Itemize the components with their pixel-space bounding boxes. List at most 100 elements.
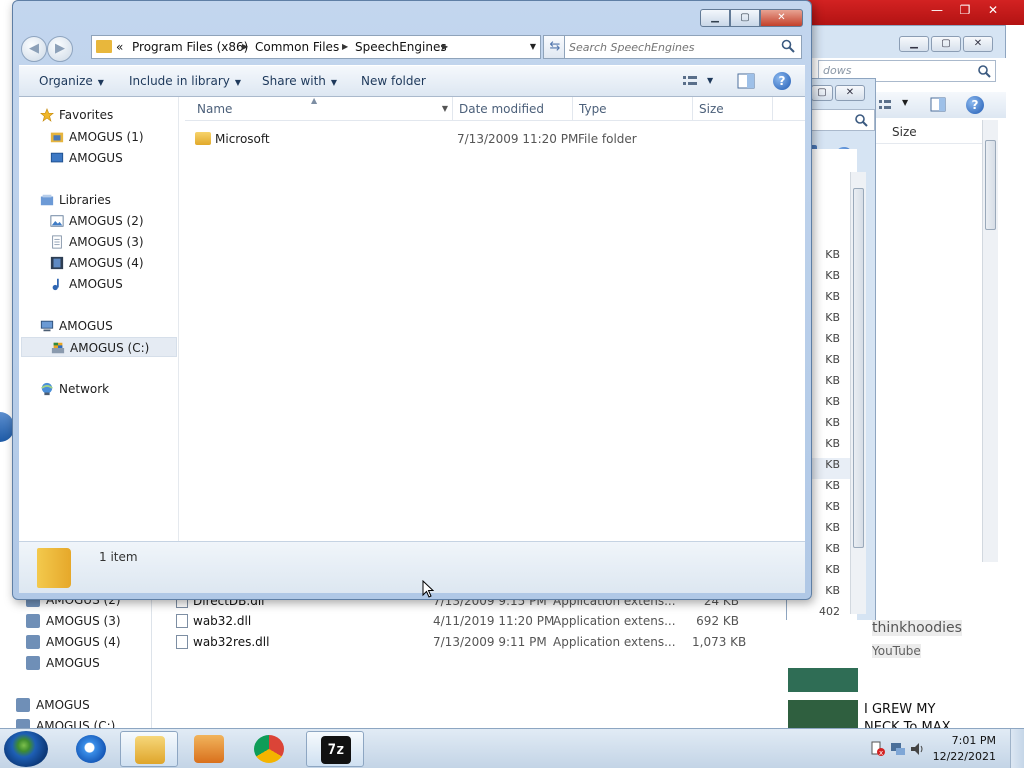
nav-libraries[interactable]: Libraries: [39, 190, 175, 210]
video-thumbnail[interactable]: [788, 668, 858, 692]
clock[interactable]: 7:01 PM 12/22/2021: [933, 733, 996, 765]
include-label: Include in library: [129, 74, 230, 88]
nav-drive-c[interactable]: AMOGUS (C:): [21, 337, 177, 357]
browser-minimize-icon[interactable]: —: [926, 2, 948, 18]
bg-nav-item[interactable]: AMOGUS (4): [26, 632, 121, 652]
nav-computer[interactable]: AMOGUS: [39, 316, 175, 336]
search-box[interactable]: [564, 35, 802, 59]
network-icon: [41, 382, 53, 396]
column-type[interactable]: Type: [573, 97, 693, 121]
right-window-close-button[interactable]: ✕: [963, 36, 993, 52]
channel-name[interactable]: thinkhoodies: [872, 620, 962, 636]
nav-network[interactable]: Network: [39, 379, 175, 399]
row-name: wab32.dll: [193, 614, 252, 628]
column-label: Name: [197, 102, 233, 116]
video-title[interactable]: NECK To MAX: [864, 720, 951, 728]
column-size-label: Size: [892, 125, 917, 139]
help-icon[interactable]: ?: [773, 72, 791, 90]
column-name[interactable]: Name ▲ ▼: [191, 96, 453, 121]
column-label: Type: [579, 102, 607, 116]
bg-table-row[interactable]: wab32res.dll 7/13/2009 9:11 PM Application…: [172, 632, 772, 652]
views-icon[interactable]: [878, 98, 892, 112]
nav-library-item[interactable]: AMOGUS: [49, 274, 175, 294]
table-row[interactable]: Microsoft 7/13/2009 11:20 PM File folder: [191, 129, 801, 149]
show-desktop-button[interactable]: [1010, 729, 1024, 768]
browser-restore-icon[interactable]: ❐: [954, 2, 976, 18]
preview-pane-icon[interactable]: [737, 72, 755, 90]
svg-text:x: x: [879, 749, 883, 757]
right-help-icon[interactable]: ?: [966, 96, 984, 114]
breadcrumb-arrow-icon[interactable]: ▶: [242, 36, 248, 58]
nav-favorite-item[interactable]: AMOGUS: [49, 148, 175, 168]
address-bar[interactable]: « Program Files (x86) ▶ Common Files ▶ S…: [91, 35, 541, 59]
right-window-minimize-button[interactable]: ▁: [899, 36, 929, 52]
middle-scrollbar[interactable]: [850, 172, 866, 614]
volume-icon[interactable]: [910, 741, 926, 757]
video-title[interactable]: I GREW MY: [864, 702, 935, 717]
bg-nav-item[interactable]: AMOGUS (3): [26, 611, 121, 631]
action-center-icon[interactable]: x: [870, 741, 886, 757]
breadcrumb-speechengines[interactable]: SpeechEngines: [355, 36, 447, 58]
nav-favorite-item[interactable]: AMOGUS (1): [49, 127, 175, 147]
middle-close-button[interactable]: ✕: [835, 85, 865, 101]
search-icon[interactable]: [781, 39, 795, 53]
bg-nav-item[interactable]: AMOGUS: [16, 695, 90, 715]
new-folder-button[interactable]: New folder: [361, 74, 426, 88]
browser-close-icon[interactable]: ✕: [982, 2, 1004, 18]
breadcrumb-program-files[interactable]: Program Files (x86): [132, 36, 248, 58]
row-date: 4/11/2019 11:20 PM: [433, 614, 555, 628]
sort-arrow-icon: ▲: [311, 96, 318, 105]
column-date-modified[interactable]: Date modified: [453, 97, 573, 121]
folder-icon: [96, 40, 112, 53]
column-size[interactable]: Size: [693, 97, 773, 121]
taskbar-app-internet-explorer[interactable]: [62, 731, 120, 767]
breadcrumb-common-files[interactable]: Common Files: [255, 36, 339, 58]
middle-maximize-button[interactable]: ▢: [811, 85, 833, 101]
breadcrumb-overflow[interactable]: «: [116, 36, 123, 58]
bg-table-row[interactable]: wab32.dll 4/11/2019 11:20 PM Application e…: [172, 611, 772, 631]
column-dropdown-icon[interactable]: ▼: [442, 97, 448, 121]
minimize-button[interactable]: ▁: [700, 9, 730, 27]
scrollbar-thumb[interactable]: [853, 188, 864, 548]
taskbar-app-chrome[interactable]: [240, 731, 298, 767]
dll-file-icon: [176, 635, 188, 649]
computer-icon: [40, 320, 54, 332]
taskbar-app-media-player[interactable]: [180, 731, 238, 767]
right-window-maximize-button[interactable]: ▢: [931, 36, 961, 52]
include-in-library-button[interactable]: Include in library ▼: [129, 74, 241, 88]
close-button[interactable]: ✕: [760, 9, 803, 27]
media-player-icon: [194, 735, 224, 763]
video-thumbnail[interactable]: [788, 700, 858, 730]
right-window-column-header[interactable]: Size: [876, 120, 986, 144]
views-dropdown-icon[interactable]: ▼: [902, 98, 908, 107]
row-name: Microsoft: [215, 132, 270, 146]
views-dropdown-icon[interactable]: ▼: [707, 76, 713, 85]
share-with-button[interactable]: Share with ▼: [262, 74, 337, 88]
nav-library-item[interactable]: AMOGUS (2): [49, 211, 175, 231]
search-input[interactable]: [569, 38, 769, 56]
taskbar: 7z x 7:01 PM 12/22/2021: [0, 728, 1024, 768]
preview-pane-icon[interactable]: [930, 97, 946, 113]
breadcrumb-arrow-icon[interactable]: ▶: [342, 36, 348, 58]
views-icon[interactable]: [681, 72, 699, 90]
nav-favorites[interactable]: Favorites: [39, 105, 175, 125]
back-button[interactable]: ◀: [21, 36, 47, 62]
bg-nav-item[interactable]: AMOGUS: [26, 653, 100, 673]
libraries-icon: [40, 194, 54, 206]
network-status-icon[interactable]: [890, 741, 906, 757]
start-button[interactable]: [4, 731, 48, 767]
nav-library-item[interactable]: AMOGUS (3): [49, 232, 175, 252]
address-dropdown-icon[interactable]: ▼: [530, 36, 536, 58]
row-size: 692 KB: [696, 614, 739, 628]
maximize-button[interactable]: ▢: [730, 9, 760, 27]
taskbar-app-windows-explorer[interactable]: [120, 731, 178, 767]
organize-button[interactable]: Organize ▼: [39, 74, 104, 88]
scrollbar-thumb[interactable]: [985, 140, 996, 230]
right-window-scrollbar[interactable]: [982, 120, 998, 562]
taskbar-app-7zip[interactable]: 7z: [306, 731, 364, 767]
breadcrumb-arrow-icon[interactable]: ▶: [442, 36, 448, 58]
row-type: File folder: [578, 132, 637, 146]
background-nav-pane: AMOGUS (2) AMOGUS (3) AMOGUS (4) AMOGUS AMOG…: [0, 592, 152, 733]
forward-button[interactable]: ▶: [47, 36, 73, 62]
nav-library-item[interactable]: AMOGUS (4): [49, 253, 175, 273]
